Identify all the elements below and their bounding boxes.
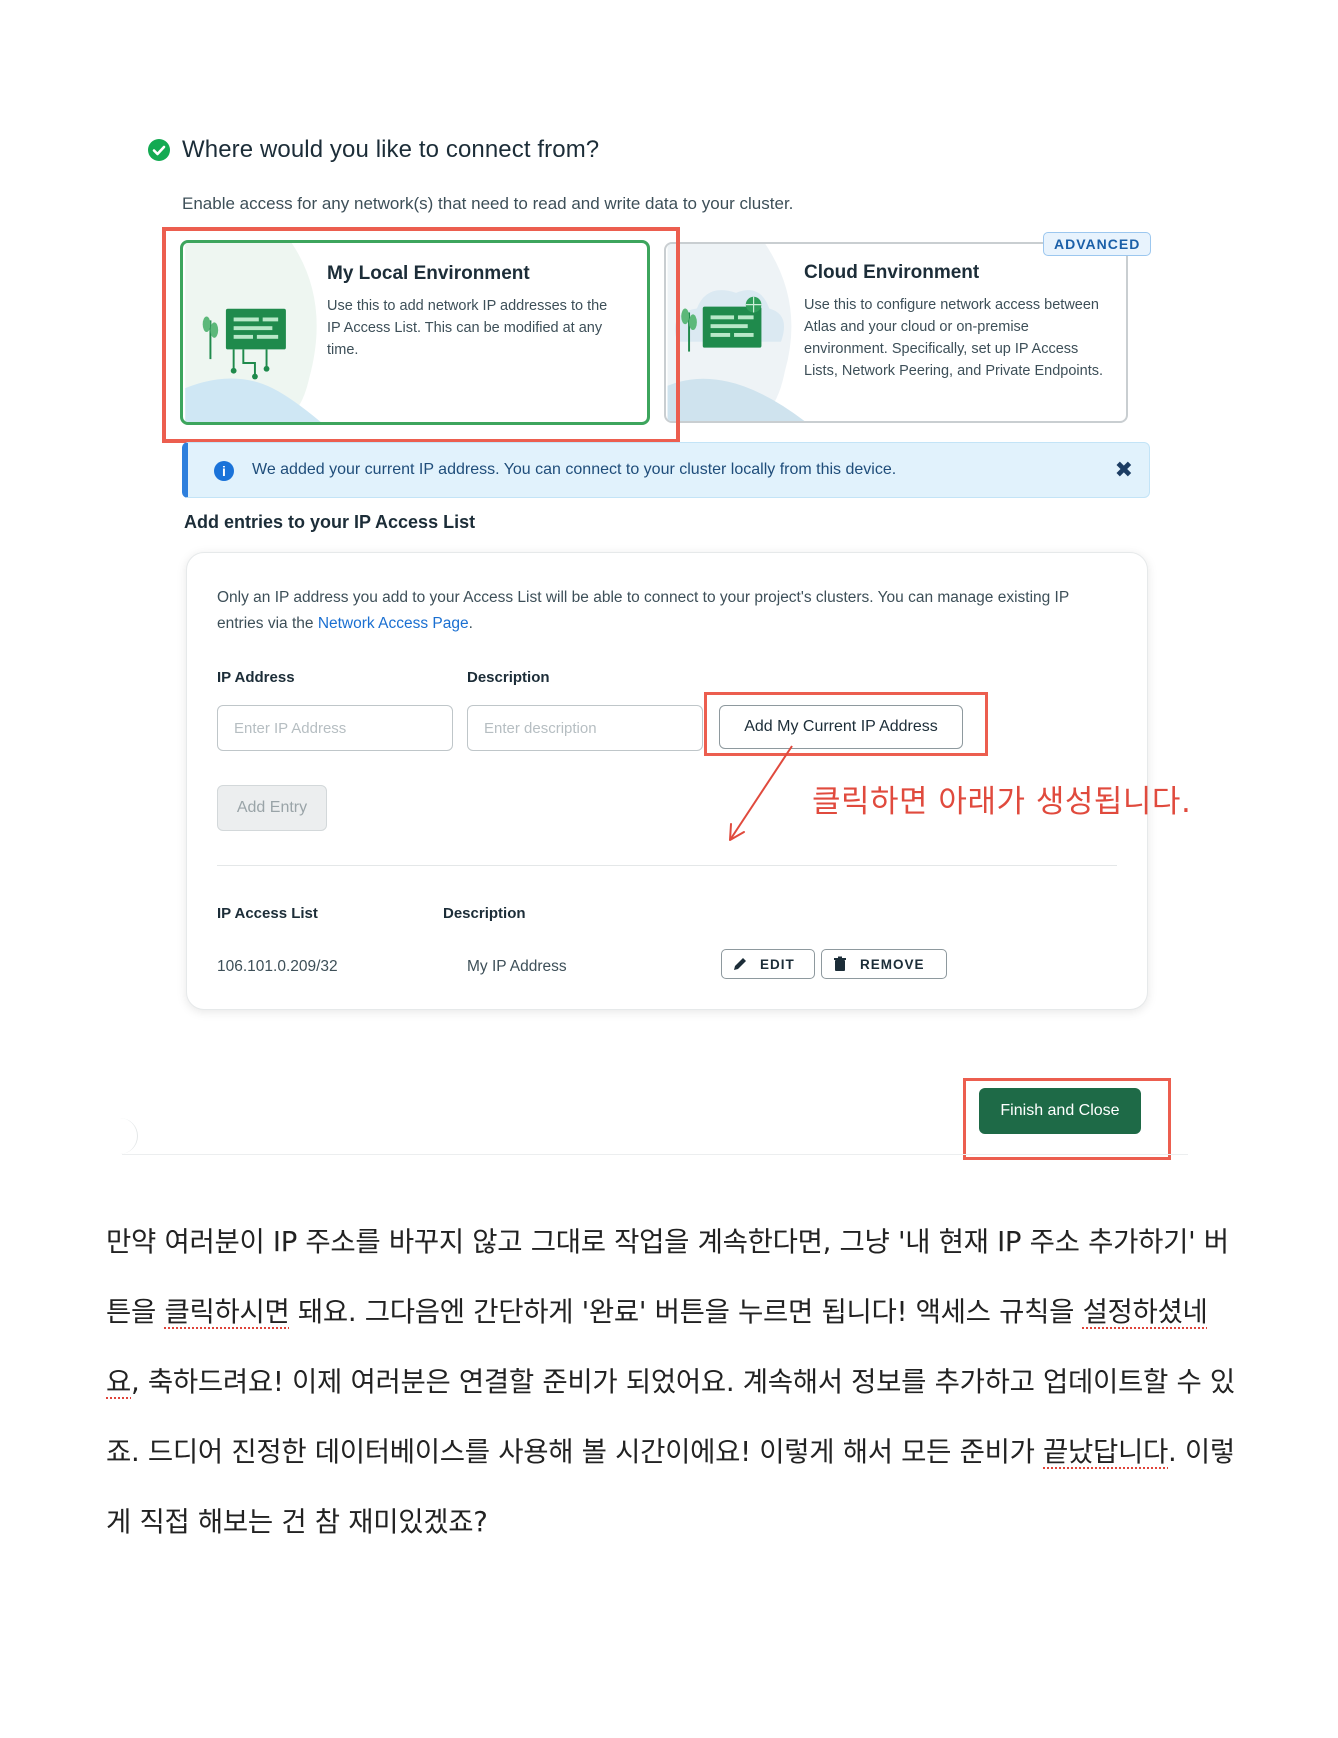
panel-divider	[217, 865, 1117, 866]
info-banner-text: We added your current IP address. You ca…	[252, 461, 897, 478]
table-row-description: My IP Address	[467, 958, 567, 975]
description-column-header: Description	[443, 905, 526, 922]
cloud-environment-description: Use this to configure network access bet…	[804, 297, 1104, 379]
access-list-note: Only an IP address you add to your Acces…	[217, 585, 1117, 637]
access-list-note-end: .	[468, 615, 473, 632]
advanced-badge: ADVANCED	[1043, 232, 1152, 256]
body-paragraph: 만약 여러분이 IP 주소를 바꾸지 않고 그대로 작업을 계속한다면, 그냥 …	[106, 1207, 1236, 1557]
check-circle-icon	[148, 139, 170, 161]
finish-and-close-button[interactable]: Finish and Close	[979, 1088, 1141, 1134]
section-title: Where would you like to connect from?	[182, 136, 600, 163]
cloud-environment-title: Cloud Environment	[804, 262, 980, 283]
ip-access-list-heading: Add entries to your IP Access List	[184, 512, 476, 532]
annotation-text: 클릭하면 아래가 생성됩니다.	[812, 784, 1192, 820]
local-environment-description: Use this to add network IP addresses to …	[327, 298, 608, 358]
remove-label: REMOVE	[860, 956, 925, 972]
spellcheck-word-3: 끝났답니다	[1043, 1436, 1169, 1468]
local-environment-title: My Local Environment	[327, 263, 530, 284]
annotation-arrow-icon	[729, 745, 793, 841]
spellcheck-word-1: 클릭하시면	[164, 1296, 290, 1328]
add-entry-button[interactable]: Add Entry	[217, 785, 327, 831]
edit-label: EDIT	[760, 956, 795, 972]
scroll-edge-decoration	[120, 1118, 138, 1154]
bottom-divider	[122, 1154, 1188, 1155]
local-environment-card[interactable]: My Local Environment Use this to add net…	[180, 240, 650, 425]
trash-icon	[834, 956, 846, 971]
edit-button[interactable]: EDIT	[721, 949, 815, 979]
network-access-page-link[interactable]: Network Access Page	[318, 615, 469, 632]
info-banner: i We added your current IP address. You …	[182, 442, 1150, 498]
section-subtitle: Enable access for any network(s) that ne…	[182, 194, 794, 213]
cloud-environment-illustration-icon	[667, 244, 805, 421]
description-label: Description	[467, 669, 550, 686]
table-row-ip: 106.101.0.209/32	[217, 958, 338, 975]
ip-address-input[interactable]	[217, 705, 453, 751]
pencil-icon	[734, 958, 746, 970]
description-input[interactable]	[467, 705, 703, 751]
local-environment-illustration-icon	[185, 243, 321, 422]
body-text-2: 돼요. 그다음엔 간단하게 '완료' 버튼을 누르면 됩니다! 액세스 규칙을	[289, 1296, 1083, 1328]
info-icon: i	[214, 461, 234, 481]
ip-address-label: IP Address	[217, 669, 295, 686]
ip-access-list-column-header: IP Access List	[217, 905, 318, 922]
close-icon[interactable]: ✖	[1115, 457, 1133, 483]
remove-button[interactable]: REMOVE	[821, 949, 947, 979]
cloud-environment-card[interactable]: Cloud Environment Use this to configure …	[664, 242, 1128, 423]
